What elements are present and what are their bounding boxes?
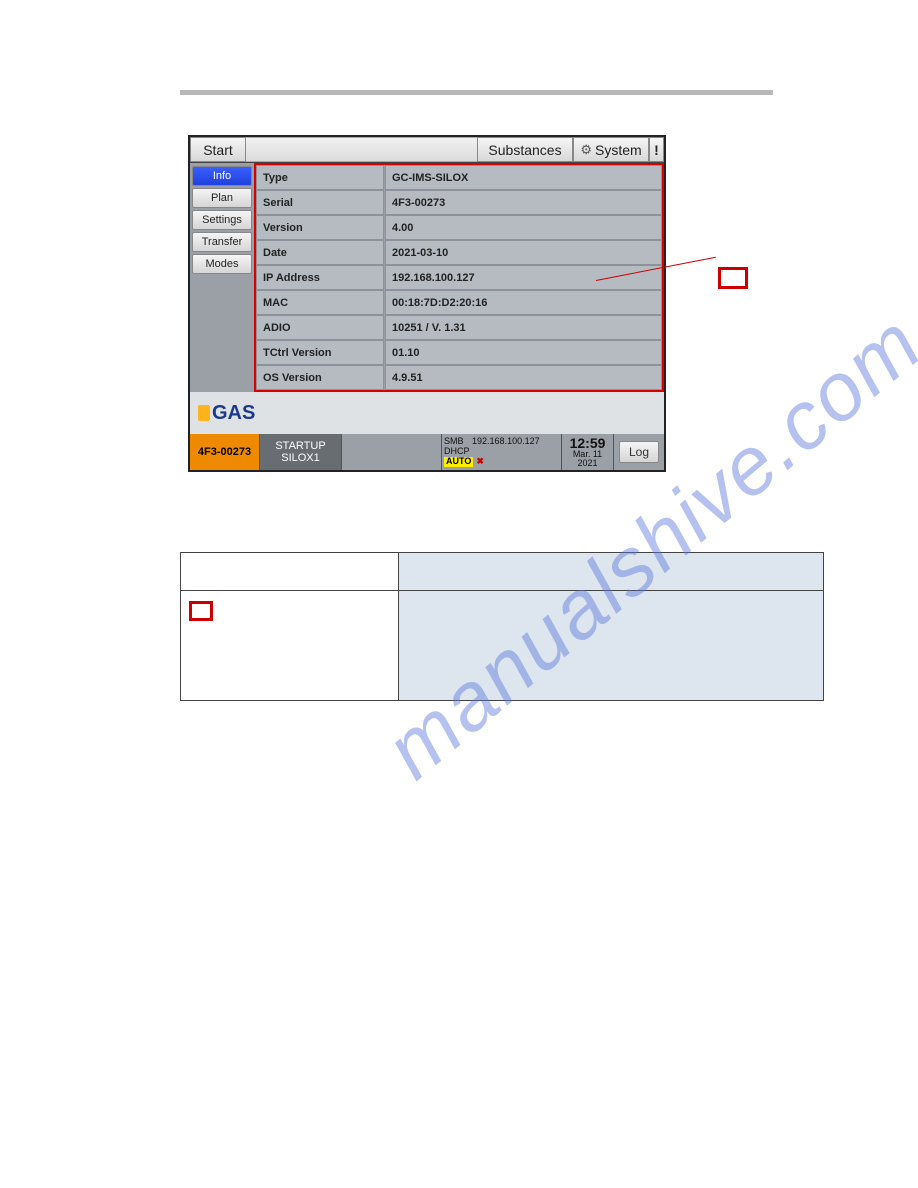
start-button[interactable]: Start bbox=[190, 137, 246, 162]
callout-box bbox=[718, 267, 748, 289]
table-row: TCtrl Version01.10 bbox=[256, 340, 662, 365]
info-val: 2021-03-10 bbox=[385, 240, 662, 265]
status-time: 12:59 Mar. 11 2021 bbox=[562, 434, 614, 470]
info-key: IP Address bbox=[256, 265, 384, 290]
callout-reference-box bbox=[189, 601, 213, 621]
status-mode-1: STARTUP bbox=[275, 440, 325, 452]
status-x-icon: ✖ bbox=[476, 457, 484, 467]
alert-button[interactable]: ! bbox=[649, 137, 664, 162]
table-row: MAC00:18:7D:D2:20:16 bbox=[256, 290, 662, 315]
gas-logo: GAS bbox=[198, 402, 255, 425]
desc-body-right bbox=[399, 591, 824, 701]
info-key: MAC bbox=[256, 290, 384, 315]
substances-button[interactable]: Substances bbox=[477, 137, 573, 162]
info-val: 4F3-00273 bbox=[385, 190, 662, 215]
info-key: Date bbox=[256, 240, 384, 265]
info-val: 4.00 bbox=[385, 215, 662, 240]
table-row: OS Version4.9.51 bbox=[256, 365, 662, 390]
table-row: TypeGC-IMS-SILOX bbox=[256, 165, 662, 190]
status-gap bbox=[342, 434, 442, 470]
logo-icon bbox=[198, 405, 210, 421]
sidemenu-modes[interactable]: Modes bbox=[192, 254, 252, 274]
sidemenu: Info Plan Settings Transfer Modes bbox=[190, 163, 254, 392]
logo-bar: GAS bbox=[190, 392, 664, 434]
info-val: 4.9.51 bbox=[385, 365, 662, 390]
desc-body-left bbox=[181, 591, 399, 701]
info-key: Type bbox=[256, 165, 384, 190]
log-button[interactable]: Log bbox=[619, 441, 659, 463]
status-log-wrap: Log bbox=[614, 434, 664, 470]
desc-header-right bbox=[399, 553, 824, 591]
info-key: Serial bbox=[256, 190, 384, 215]
system-label: System bbox=[595, 142, 642, 158]
status-year: 2021 bbox=[577, 459, 597, 468]
desc-header-left bbox=[181, 553, 399, 591]
sidemenu-info[interactable]: Info bbox=[192, 166, 252, 186]
table-row: Serial4F3-00273 bbox=[256, 190, 662, 215]
info-val: GC-IMS-SILOX bbox=[385, 165, 662, 190]
status-clock: 12:59 bbox=[570, 436, 606, 450]
status-mode-2: SILOX1 bbox=[281, 452, 320, 464]
toolbar-gap bbox=[246, 137, 477, 162]
table-row: ADIO10251 / V. 1.31 bbox=[256, 315, 662, 340]
table-row: Version4.00 bbox=[256, 215, 662, 240]
info-key: ADIO bbox=[256, 315, 384, 340]
logo-text: GAS bbox=[212, 402, 255, 425]
sidemenu-transfer[interactable]: Transfer bbox=[192, 232, 252, 252]
info-key: Version bbox=[256, 215, 384, 240]
status-auto: AUTO bbox=[444, 457, 473, 467]
table-row: IP Address192.168.100.127 bbox=[256, 265, 662, 290]
status-network: SMB 192.168.100.127 DHCP AUTO✖ bbox=[442, 434, 562, 470]
table-row: Date2021-03-10 bbox=[256, 240, 662, 265]
info-key: TCtrl Version bbox=[256, 340, 384, 365]
status-serial: 4F3-00273 bbox=[190, 434, 260, 470]
sidemenu-settings[interactable]: Settings bbox=[192, 210, 252, 230]
top-toolbar: Start Substances ⚙System ! bbox=[190, 137, 664, 163]
status-bar: 4F3-00273 STARTUP SILOX1 SMB 192.168.100… bbox=[190, 434, 664, 470]
device-screenshot: Start Substances ⚙System ! Info Plan Set… bbox=[188, 135, 666, 472]
info-key: OS Version bbox=[256, 365, 384, 390]
info-val: 192.168.100.127 bbox=[385, 265, 662, 290]
sidemenu-plan[interactable]: Plan bbox=[192, 188, 252, 208]
info-val: 10251 / V. 1.31 bbox=[385, 315, 662, 340]
info-table: TypeGC-IMS-SILOX Serial4F3-00273 Version… bbox=[254, 163, 664, 392]
gear-icon: ⚙ bbox=[580, 142, 592, 158]
description-table bbox=[180, 552, 824, 701]
status-ip: 192.168.100.127 bbox=[472, 437, 540, 447]
top-divider bbox=[180, 90, 773, 95]
system-button[interactable]: ⚙System bbox=[573, 137, 649, 162]
info-val: 00:18:7D:D2:20:16 bbox=[385, 290, 662, 315]
status-mode: STARTUP SILOX1 bbox=[260, 434, 342, 470]
info-val: 01.10 bbox=[385, 340, 662, 365]
